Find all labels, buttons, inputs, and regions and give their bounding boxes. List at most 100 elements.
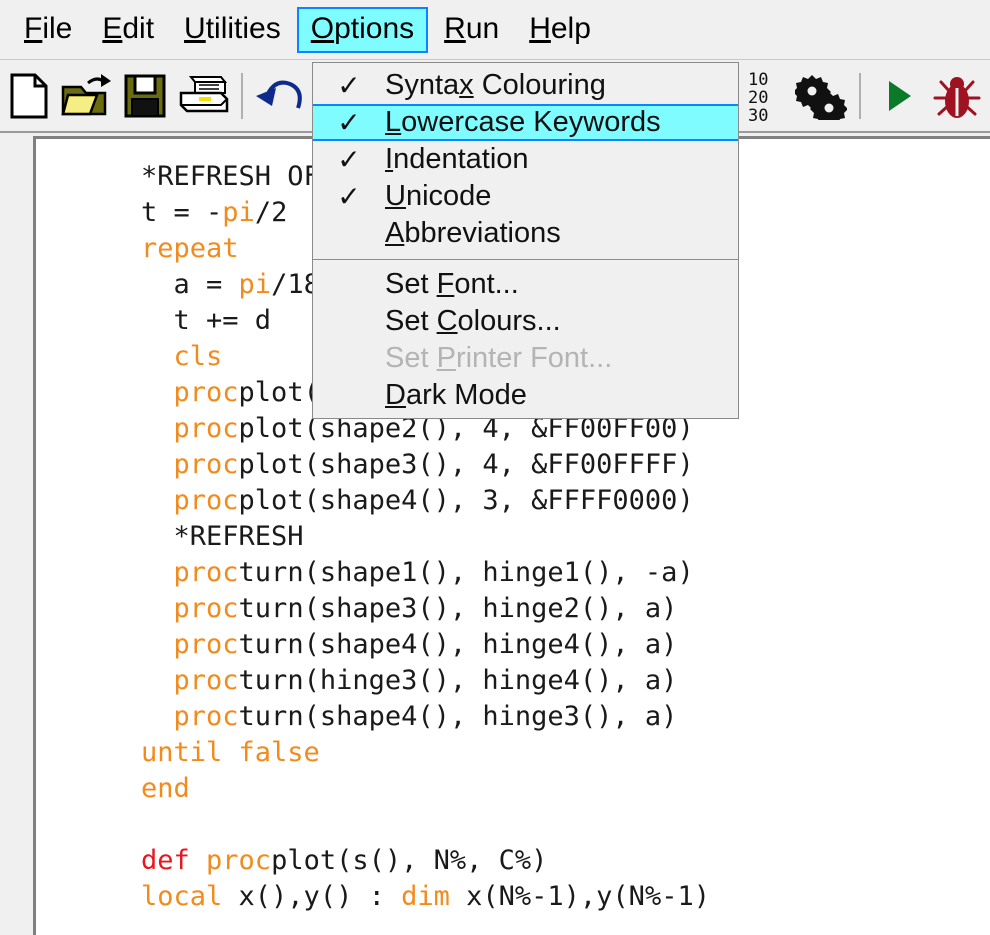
menu-item-indentation[interactable]: ✓ Indentation <box>313 141 738 178</box>
svg-text:30: 30 <box>748 106 768 122</box>
menu-run[interactable]: Run <box>430 7 513 53</box>
code-token: turn(shape4(), hinge3(), a) <box>238 701 678 732</box>
code-token: end <box>141 773 190 804</box>
menu-item-abbreviations[interactable]: Abbreviations <box>313 215 738 252</box>
menu-options[interactable]: Options <box>296 6 429 53</box>
code-token: local <box>141 881 223 912</box>
svg-text:10: 10 <box>748 70 768 90</box>
menu-edit[interactable]: Edit <box>88 7 168 53</box>
menu-file[interactable]: File <box>10 7 86 53</box>
code-line: local x(),y() : dim x(N%-1),y(N%-1) <box>141 879 710 915</box>
line-numbers-icon: 10 20 30 <box>748 70 768 122</box>
code-token: repeat <box>141 233 239 264</box>
menu-item-syntax-colouring[interactable]: ✓ Syntax Colouring <box>313 67 738 104</box>
code-token: x(N%-1),y(N%-1) <box>449 881 710 912</box>
menu-item-set-printer-font: Set Printer Font... <box>313 340 738 377</box>
menu-item-set-colours[interactable]: Set Colours... <box>313 303 738 340</box>
code-line: procturn(shape4(), hinge3(), a) <box>141 699 710 735</box>
code-token: proc <box>173 593 239 624</box>
code-line: procplot(shape4(), 3, &FFFF0000) <box>141 483 710 519</box>
save-floppy-icon <box>124 74 166 118</box>
code-token: a = <box>141 269 239 300</box>
compile-button[interactable] <box>792 66 850 126</box>
menu-item-label: Indentation <box>385 143 529 175</box>
code-line: *REFRESH <box>141 519 710 555</box>
menu-separator <box>313 259 738 260</box>
menu-bar: File Edit Utilities Options Run Help <box>0 0 990 60</box>
code-token: proc <box>173 557 239 588</box>
checkmark-icon: ✓ <box>337 143 361 176</box>
open-folder-icon <box>61 74 111 116</box>
code-line: procplot(shape3(), 4, &FF00FFFF) <box>141 447 710 483</box>
debug-button[interactable] <box>928 66 986 126</box>
checkmark-icon: ✓ <box>337 180 361 213</box>
menu-item-lowercase-keywords[interactable]: ✓ Lowercase Keywords <box>313 104 738 141</box>
gears-icon <box>795 75 847 120</box>
code-line: def procplot(s(), N%, C%) <box>141 843 710 879</box>
line-numbers-button[interactable]: 10 20 30 <box>740 66 792 126</box>
checkmark-icon: ✓ <box>337 106 361 139</box>
undo-button[interactable] <box>252 66 310 126</box>
print-icon <box>179 76 229 113</box>
menu-utilities[interactable]: Utilities <box>170 7 295 53</box>
code-token: turn(shape3(), hinge2(), a) <box>238 593 678 624</box>
save-button[interactable] <box>116 66 174 126</box>
menu-item-unicode[interactable]: ✓ Unicode <box>313 178 738 215</box>
code-line: end <box>141 771 710 807</box>
menu-item-label: Dark Mode <box>385 379 527 411</box>
code-token: proc <box>173 413 239 444</box>
code-token: proc <box>173 485 239 516</box>
code-token: until false <box>141 737 320 768</box>
code-line: until false <box>141 735 710 771</box>
menu-help[interactable]: Help <box>515 7 605 53</box>
code-token: *REFRESH <box>141 521 304 552</box>
menu-item-label: Lowercase Keywords <box>385 106 661 138</box>
code-token: pi <box>238 269 272 300</box>
code-token: plot(shape3(), 4, &FF00FFFF) <box>238 449 694 480</box>
code-token: dim <box>401 881 450 912</box>
toolbar-separator <box>241 73 243 119</box>
code-token: proc <box>206 845 272 876</box>
menu-item-label: Set Printer Font... <box>385 342 613 374</box>
code-token: pi <box>222 197 255 228</box>
options-dropdown-menu: ✓ Syntax Colouring ✓ Lowercase Keywords ✓ Ind… <box>312 62 739 419</box>
code-line: procturn(hinge3(), hinge4(), a) <box>141 663 710 699</box>
code-token: proc <box>173 629 239 660</box>
code-token: x(),y() : <box>222 881 402 912</box>
code-token: turn(shape4(), hinge4(), a) <box>238 629 678 660</box>
new-file-button[interactable] <box>0 66 58 126</box>
code-token: t = <box>141 197 207 228</box>
debug-bug-icon <box>933 77 981 118</box>
run-button[interactable] <box>870 66 928 126</box>
svg-text:20: 20 <box>748 88 768 108</box>
ide-window: File Edit Utilities Options Run Help 10 … <box>0 0 990 935</box>
code-token: plot(s(), N%, C%) <box>271 845 548 876</box>
menu-item-set-font[interactable]: Set Font... <box>313 266 738 303</box>
toolbar-separator-2 <box>859 73 861 119</box>
menu-item-label: Set Font... <box>385 268 519 300</box>
code-token: t += d <box>141 305 272 336</box>
code-token: proc <box>173 449 239 480</box>
new-file-icon <box>10 73 48 119</box>
open-file-button[interactable] <box>58 66 116 126</box>
code-token: - <box>206 197 223 228</box>
code-token: /2 <box>254 197 288 228</box>
checkmark-icon: ✓ <box>337 69 361 102</box>
code-token: turn(hinge3(), hinge4(), a) <box>238 665 678 696</box>
run-play-icon <box>889 81 911 111</box>
menu-item-dark-mode[interactable]: Dark Mode <box>313 377 738 414</box>
code-token: proc <box>173 701 239 732</box>
code-token: cls <box>173 341 223 372</box>
print-button[interactable] <box>174 66 232 126</box>
